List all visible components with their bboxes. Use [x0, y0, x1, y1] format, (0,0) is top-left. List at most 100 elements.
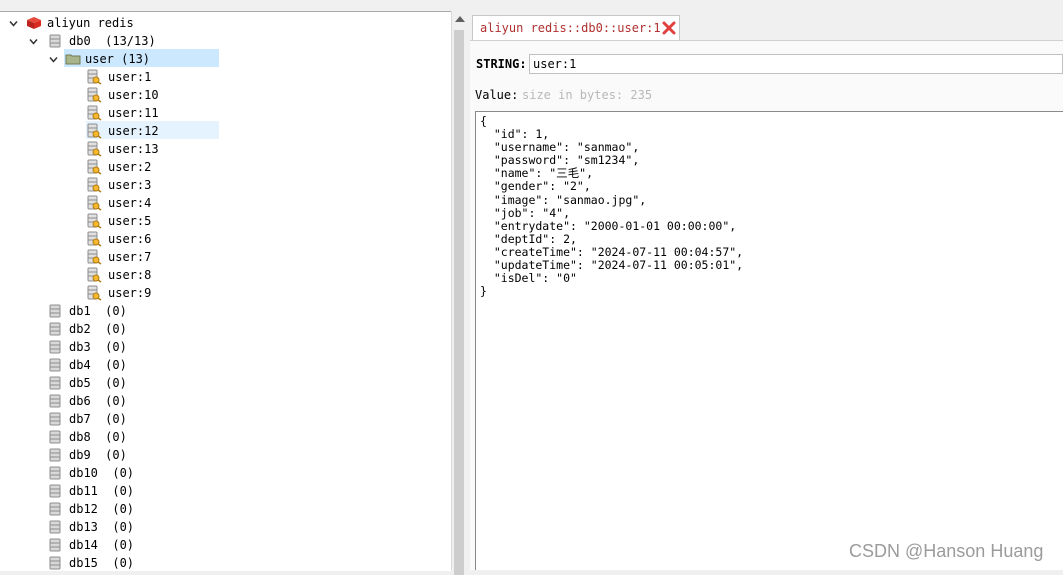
tree-key-label: user:6 — [108, 232, 152, 246]
tree-key-label: user:1 — [108, 70, 152, 84]
close-icon[interactable] — [662, 21, 676, 35]
tree-db-node[interactable]: db10 (0) — [0, 464, 440, 482]
tree-db-label: db13 (0) — [69, 520, 135, 534]
database-icon — [47, 33, 63, 49]
redis-server-icon — [26, 15, 42, 31]
tree-key-node[interactable]: user:12 — [0, 122, 440, 140]
tree-db-label: db4 (0) — [69, 358, 127, 372]
tree-db-label: db10 (0) — [69, 466, 135, 480]
tree-db-label: db7 (0) — [69, 412, 127, 426]
key-icon — [86, 231, 102, 247]
database-icon — [47, 447, 63, 463]
tree-key-node[interactable]: user:1 — [0, 68, 440, 86]
tree-db-node[interactable]: db9 (0) — [0, 446, 440, 464]
tree-namespace-node[interactable]: user (13) — [0, 50, 440, 68]
tree-db-node[interactable]: db15 (0) — [0, 554, 440, 571]
database-icon — [47, 429, 63, 445]
tree-db-label: db9 (0) — [69, 448, 127, 462]
database-icon — [47, 411, 63, 427]
chevron-down-icon[interactable] — [29, 37, 38, 46]
key-icon — [86, 249, 102, 265]
tree-db-label: db12 (0) — [69, 502, 135, 516]
key-icon — [86, 195, 102, 211]
tree-db-label: db15 (0) — [69, 556, 135, 570]
scrollbar-thumb[interactable] — [454, 30, 464, 575]
tree-key-label: user:9 — [108, 286, 152, 300]
database-icon — [47, 519, 63, 535]
database-icon — [47, 357, 63, 373]
tree-db-label: db3 (0) — [69, 340, 127, 354]
tree-db-node[interactable]: db14 (0) — [0, 536, 440, 554]
value-size-hint: size in bytes: 235 — [522, 88, 653, 102]
tree-db-node[interactable]: db8 (0) — [0, 428, 440, 446]
tree-key-label: user:2 — [108, 160, 152, 174]
database-icon — [47, 339, 63, 355]
tree-key-label: user:4 — [108, 196, 152, 210]
tree-key-node[interactable]: user:9 — [0, 284, 440, 302]
tree-db-node[interactable]: db13 (0) — [0, 518, 440, 536]
tree-key-label: user:12 — [108, 124, 159, 138]
tree-server-node[interactable]: aliyun redis — [0, 14, 440, 32]
key-name-field[interactable]: user:1 — [529, 54, 1063, 74]
scroll-up-arrow-icon[interactable] — [455, 16, 465, 22]
watermark: CSDN @Hanson Huang — [849, 541, 1044, 561]
tree-db-node[interactable]: db1 (0) — [0, 302, 440, 320]
tree-db-label: db1 (0) — [69, 304, 127, 318]
tree-key-node[interactable]: user:11 — [0, 104, 440, 122]
tree-key-label: user:11 — [108, 106, 159, 120]
key-icon — [86, 285, 102, 301]
chevron-down-icon[interactable] — [9, 19, 18, 28]
tree-key-node[interactable]: user:2 — [0, 158, 440, 176]
tree-key-node[interactable]: user:7 — [0, 248, 440, 266]
value-editor[interactable]: { "id": 1, "username": "sanmao", "passwo… — [475, 111, 1063, 570]
database-icon — [47, 537, 63, 553]
tree-db-node[interactable]: db7 (0) — [0, 410, 440, 428]
tree-key-node[interactable]: user:4 — [0, 194, 440, 212]
key-icon — [86, 123, 102, 139]
tree-key-node[interactable]: user:8 — [0, 266, 440, 284]
database-icon — [47, 555, 63, 571]
tab-bar-divider — [470, 40, 1063, 41]
key-icon — [86, 177, 102, 193]
tree-db-node[interactable]: db3 (0) — [0, 338, 440, 356]
tree-key-node[interactable]: user:5 — [0, 212, 440, 230]
tree-key-label: user:8 — [108, 268, 152, 282]
tree-key-label: user:3 — [108, 178, 152, 192]
key-icon — [86, 87, 102, 103]
tree-namespace-label: user (13) — [85, 52, 151, 66]
key-icon — [86, 141, 102, 157]
tree-db-node[interactable]: db5 (0) — [0, 374, 440, 392]
key-icon — [86, 213, 102, 229]
tree-db-label: db11 (0) — [69, 484, 135, 498]
tab-key-user-1[interactable]: aliyun redis::db0::user:1 — [472, 15, 680, 41]
tree-db-node[interactable]: db2 (0) — [0, 320, 440, 338]
tree-db-node[interactable]: db6 (0) — [0, 392, 440, 410]
tree-db-node[interactable]: db12 (0) — [0, 500, 440, 518]
tree-key-node[interactable]: user:6 — [0, 230, 440, 248]
key-icon — [86, 267, 102, 283]
tree-server-label: aliyun redis — [47, 16, 134, 30]
tree-db-label: db8 (0) — [69, 430, 127, 444]
database-icon — [47, 393, 63, 409]
value-text[interactable]: { "id": 1, "username": "sanmao", "passwo… — [480, 114, 743, 298]
database-icon — [47, 501, 63, 517]
database-icon — [47, 465, 63, 481]
database-icon — [47, 375, 63, 391]
database-icon — [47, 483, 63, 499]
tree-db-node[interactable]: db11 (0) — [0, 482, 440, 500]
tree-db-label: db6 (0) — [69, 394, 127, 408]
tree-key-node[interactable]: user:3 — [0, 176, 440, 194]
tree-db0-node[interactable]: db0 (13/13) — [0, 32, 440, 50]
chevron-down-icon[interactable] — [49, 55, 58, 64]
tree-key-node[interactable]: user:10 — [0, 86, 440, 104]
tree-db-label: db5 (0) — [69, 376, 127, 390]
tree-db-label: db14 (0) — [69, 538, 135, 552]
tree-scrollbar[interactable] — [451, 11, 467, 575]
tree-key-label: user:13 — [108, 142, 159, 156]
folder-icon — [65, 51, 81, 67]
tree-key-label: user:5 — [108, 214, 152, 228]
tree-key-node[interactable]: user:13 — [0, 140, 440, 158]
connection-tree[interactable]: aliyun redis db0 (13/13) user (13) user:… — [0, 11, 451, 571]
tree-db-node[interactable]: db4 (0) — [0, 356, 440, 374]
database-icon — [47, 321, 63, 337]
